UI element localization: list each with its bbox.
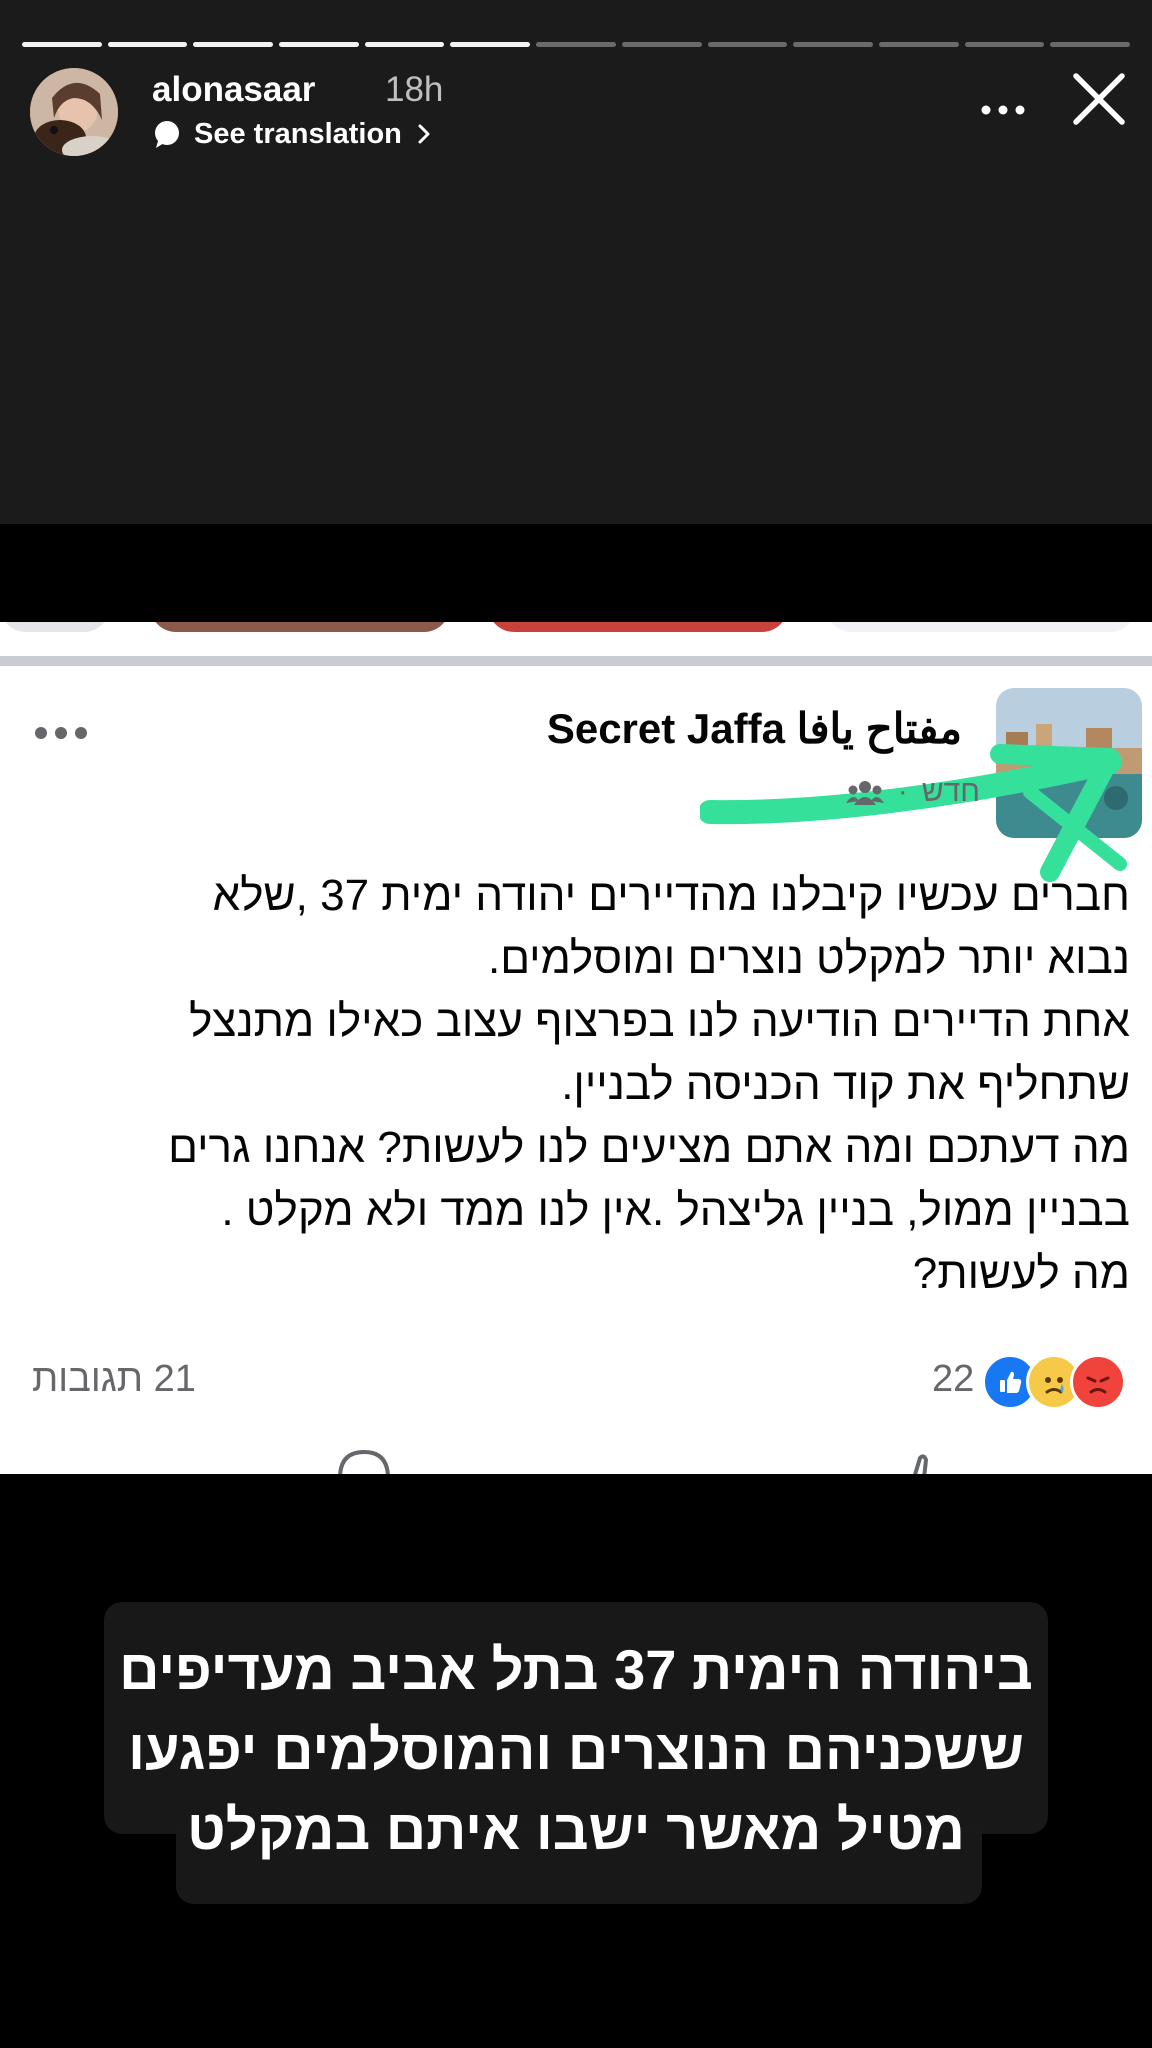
post-time: 18h — [385, 70, 444, 109]
post-body: חברים עכשיו קיבלנו מהדיירים יהודה ימית 3… — [168, 871, 1130, 1298]
people-icon — [845, 781, 884, 805]
previous-thumb — [826, 622, 1136, 632]
progress-segment — [878, 42, 959, 47]
group-name: Secret Jaffa مفتاح يافا — [546, 705, 962, 752]
more-dots-icon — [981, 105, 1025, 115]
progress-segment — [1050, 42, 1130, 47]
more-dots-icon — [35, 727, 87, 739]
progress-segment — [193, 42, 274, 47]
see-translation-button[interactable]: See translation — [152, 116, 432, 152]
progress-segment — [364, 42, 445, 47]
story-progress-bar — [22, 42, 1130, 47]
comment-icon — [338, 1449, 390, 1474]
comments-count: 21 תגובות — [32, 1358, 196, 1400]
username[interactable]: alonasaar — [152, 70, 315, 110]
post-meta: חדש · — [540, 772, 980, 812]
close-button[interactable] — [1068, 68, 1130, 130]
progress-segment — [22, 42, 102, 47]
like-action-edge — [900, 1448, 940, 1474]
facebook-post-screenshot: Secret Jaffa مفتاح يافا חדש · חברים עכשי… — [0, 622, 1152, 1474]
progress-segment — [450, 42, 531, 47]
angry-icon — [1070, 1354, 1126, 1410]
speech-bubble-icon — [155, 121, 179, 148]
thumbs-up-icon — [913, 1454, 929, 1474]
meta-separator: · — [897, 775, 908, 808]
progress-segment — [621, 42, 702, 47]
profile-photo-icon — [30, 68, 118, 156]
progress-segment — [107, 42, 188, 47]
story-caption: ביהודה הימית 37 בתל אביב מעדיפים ששכניהם… — [119, 1638, 1033, 1861]
see-translation-label: See translation — [194, 117, 402, 150]
progress-segment — [279, 42, 359, 47]
progress-segment — [707, 42, 788, 47]
story-top-area: alonasaar 18h See translation — [0, 0, 1152, 524]
progress-segment — [793, 42, 873, 47]
progress-segment — [964, 42, 1045, 47]
previous-thumb — [488, 622, 788, 632]
story-viewer[interactable]: alonasaar 18h See translation Secret Jaf… — [0, 0, 1152, 2048]
story-header: alonasaar 18h See translation — [30, 68, 1130, 160]
previous-post-edge — [0, 622, 1152, 636]
close-icon — [1073, 73, 1125, 125]
previous-thumb — [0, 622, 110, 632]
avatar[interactable] — [30, 68, 118, 156]
post-more-button — [32, 720, 92, 746]
comment-action-edge — [336, 1448, 392, 1474]
reactions-count: 22 — [932, 1358, 975, 1400]
more-options-button[interactable] — [968, 90, 1038, 130]
reaction-icons — [982, 1354, 1126, 1410]
chevron-right-icon — [418, 124, 430, 144]
feed-divider — [0, 656, 1152, 666]
letterbox-band — [0, 524, 1152, 622]
previous-thumb — [150, 622, 450, 632]
progress-segment — [536, 42, 616, 47]
post-meta-time: חדש — [921, 775, 980, 808]
